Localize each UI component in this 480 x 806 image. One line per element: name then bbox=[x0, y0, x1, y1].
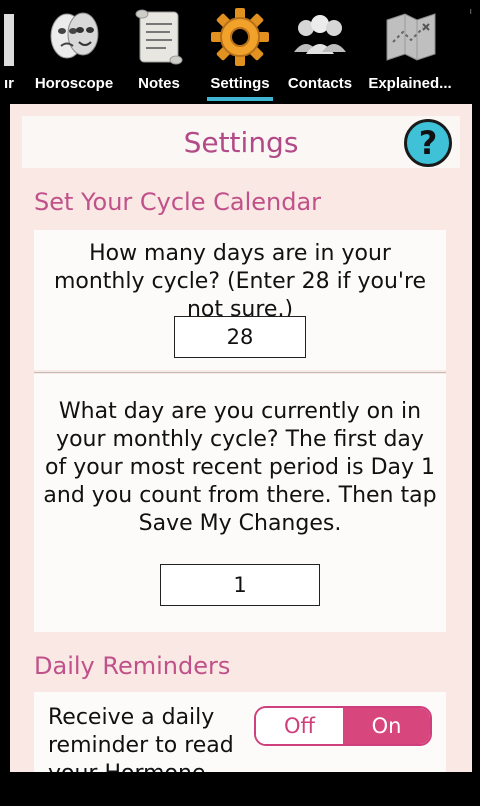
settings-panel: Settings ? Set Your Cycle Calendar How m… bbox=[10, 104, 472, 772]
tab-label: Notes bbox=[138, 75, 180, 92]
tab-calendar[interactable]: ır bbox=[0, 0, 30, 104]
help-icon: ? bbox=[418, 124, 438, 162]
gear-icon bbox=[209, 6, 271, 68]
toggle-off-option[interactable]: Off bbox=[256, 708, 343, 744]
map-icon bbox=[379, 6, 441, 68]
tab-bar: ır Horoscope Notes Settings Contacts Exp… bbox=[0, 0, 480, 104]
tab-label: ır bbox=[4, 75, 15, 92]
tab-label: Settings bbox=[210, 75, 270, 92]
cycle-length-question: How many days are in your monthly cycle?… bbox=[53, 241, 427, 322]
cycle-day-card: What day are you currently on in your mo… bbox=[34, 374, 446, 632]
reminder-description: Receive a daily reminder to read your Ho… bbox=[48, 705, 234, 772]
reminder-card: Receive a daily reminder to read your Ho… bbox=[34, 692, 446, 772]
help-button[interactable]: ? bbox=[404, 119, 452, 167]
header-card: Settings ? bbox=[22, 116, 460, 168]
divider bbox=[34, 372, 446, 373]
cycle-length-input[interactable]: 28 bbox=[174, 316, 306, 358]
cycle-day-input[interactable]: 1 bbox=[160, 564, 320, 606]
people-icon bbox=[289, 6, 351, 68]
cycle-day-question: What day are you currently on in your mo… bbox=[43, 399, 437, 536]
tab-notes[interactable]: Notes bbox=[126, 0, 192, 104]
tab-label: Explained... bbox=[368, 75, 452, 92]
cycle-length-card: How many days are in your monthly cycle?… bbox=[34, 230, 446, 370]
cycle-section-title: Set Your Cycle Calendar bbox=[34, 188, 322, 216]
screen-edge bbox=[472, 104, 480, 806]
tab-horoscope[interactable]: Horoscope bbox=[30, 0, 118, 104]
tab-settings[interactable]: Settings bbox=[203, 0, 277, 104]
reminder-toggle[interactable]: Off On bbox=[254, 706, 432, 746]
toggle-on-option[interactable]: On bbox=[343, 708, 430, 744]
page-title: Settings bbox=[183, 126, 299, 159]
tab-explained[interactable]: Explained... bbox=[364, 0, 456, 104]
active-tab-indicator bbox=[207, 97, 273, 101]
tab-label: Contacts bbox=[287, 75, 353, 92]
reminders-section-title: Daily Reminders bbox=[34, 652, 231, 680]
calendar-icon bbox=[4, 6, 16, 68]
status-indicator: ı bbox=[469, 6, 472, 16]
scroll-icon bbox=[128, 6, 190, 68]
theater-masks-icon bbox=[43, 6, 105, 68]
tab-contacts[interactable]: Contacts bbox=[284, 0, 356, 104]
tab-label: Horoscope bbox=[34, 75, 114, 92]
